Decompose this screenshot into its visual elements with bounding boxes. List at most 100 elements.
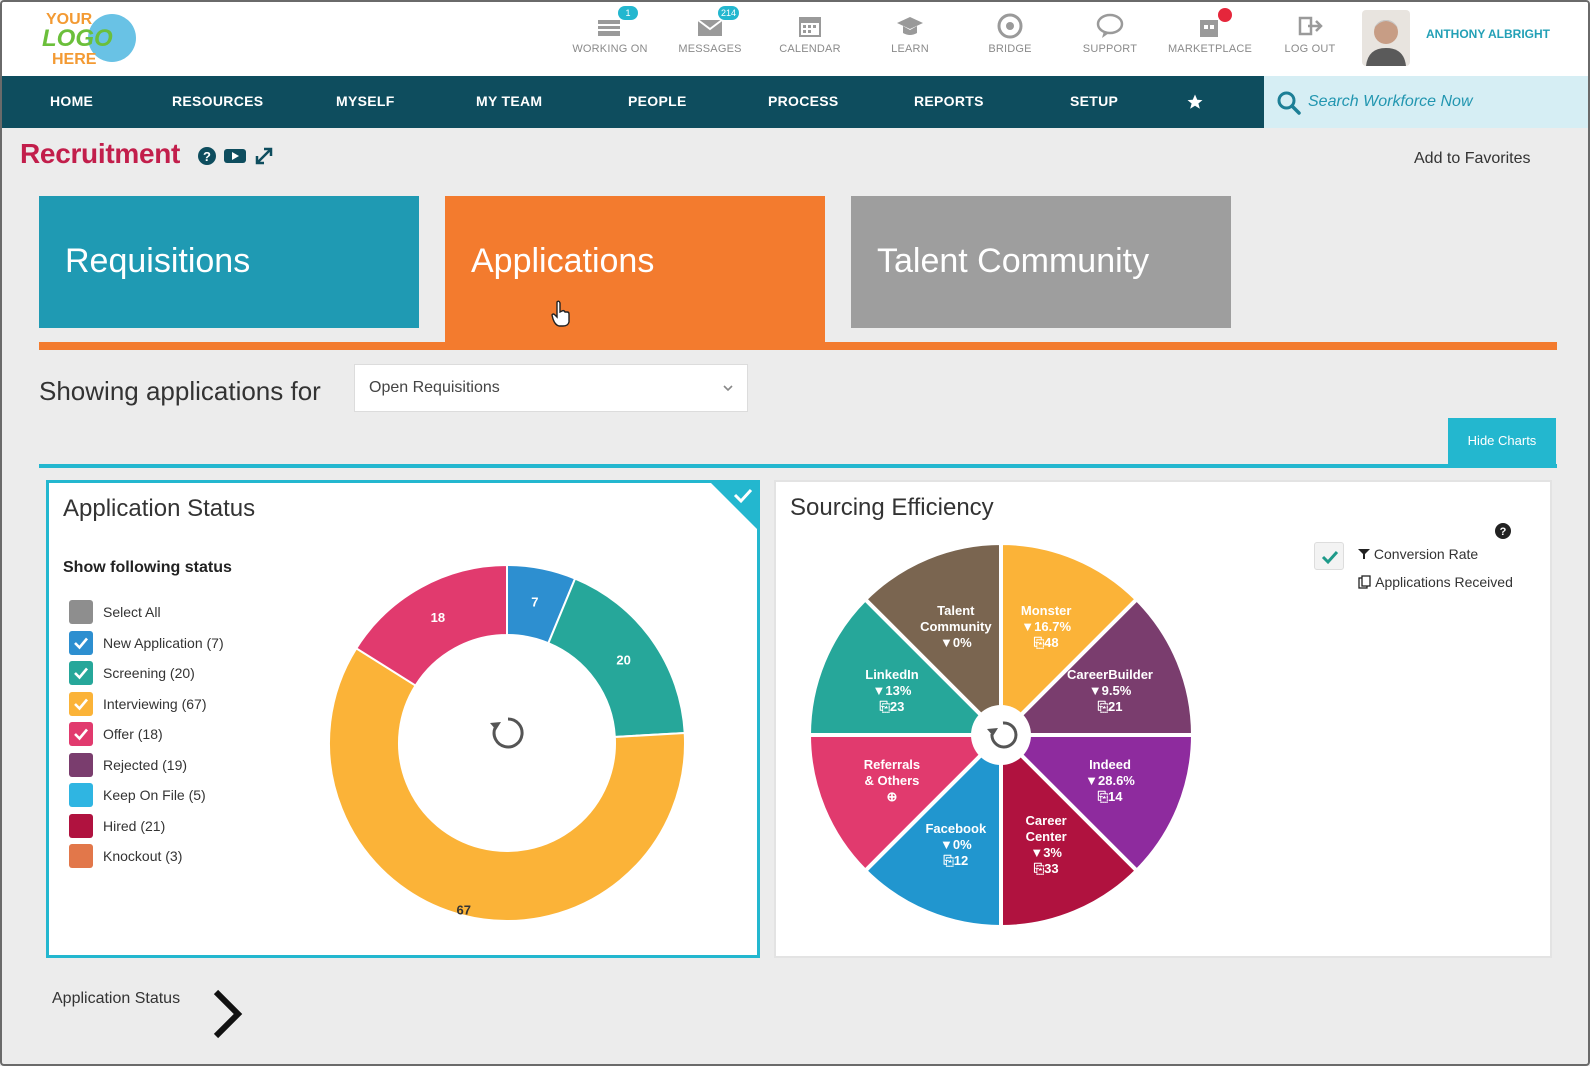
pie-slice-label: ▼0%: [940, 635, 972, 650]
pie-slice-label: ▼13%: [873, 683, 912, 698]
sourcing-efficiency-title: Sourcing Efficiency: [790, 494, 994, 521]
sourcing-efficiency-pie-chart: Monster▼16.7%⎘48 CareerBuilder▼9.5%⎘21 Ind…: [806, 540, 1196, 930]
avatar[interactable]: [1362, 10, 1410, 66]
nav-reports[interactable]: REPORTS: [914, 93, 984, 109]
svg-text:?: ?: [1500, 526, 1507, 538]
pie-center-hole: [971, 705, 1031, 765]
add-to-favorites-link[interactable]: Add to Favorites: [1414, 150, 1531, 168]
pie-slice-label: ⎘14: [1098, 789, 1124, 804]
status-checkbox[interactable]: [69, 600, 93, 625]
application-status-title: Application Status: [63, 495, 256, 522]
top-item-label: MESSAGES: [678, 43, 742, 55]
requisition-filter-select[interactable]: Open Requisitions: [354, 364, 748, 412]
pie-slice-label: Indeed: [1089, 757, 1131, 772]
donut-slice-label: 18: [431, 610, 445, 625]
user-name[interactable]: ANTHONY ALBRIGHT: [1426, 27, 1550, 41]
nav-process[interactable]: PROCESS: [768, 93, 839, 109]
top-item-messages[interactable]: 214 MESSAGES: [660, 2, 760, 76]
status-filter-row[interactable]: Rejected (19): [69, 750, 224, 781]
nav-my-team[interactable]: MY TEAM: [476, 93, 542, 109]
donut-slice-label: 20: [616, 652, 630, 667]
status-checkbox[interactable]: [69, 661, 93, 686]
pie-slice-label: ▼16.7%: [1021, 619, 1071, 634]
chevron-right-icon[interactable]: [208, 986, 248, 1042]
donut-slice-label: 7: [531, 595, 538, 610]
top-item-support[interactable]: SUPPORT: [1060, 2, 1160, 76]
status-filter-row[interactable]: Offer (18): [69, 719, 224, 750]
company-logo[interactable]: YOUR LOGO HERE: [40, 6, 150, 68]
top-item-bridge[interactable]: BRIDGE: [960, 2, 1060, 76]
search-icon[interactable]: [1276, 90, 1302, 116]
status-label: New Application (7): [103, 634, 224, 651]
pie-slice-label: ⎘48: [1034, 635, 1059, 650]
applications-received-label: Applications Received: [1358, 574, 1513, 590]
tab-applications[interactable]: Applications: [445, 196, 825, 344]
top-item-working-on[interactable]: 1 WORKING ON: [560, 2, 660, 76]
tab-requisitions[interactable]: Requisitions: [39, 196, 419, 328]
bridge-icon: [997, 13, 1023, 39]
messages-badge: 214: [718, 6, 740, 20]
status-label: Rejected (19): [103, 756, 188, 773]
sourcing-efficiency-panel: Sourcing Efficiency Monster ▼16.7% ⎘48 Care…: [774, 480, 1552, 958]
star-icon[interactable]: [1186, 93, 1204, 111]
top-item-label: SUPPORT: [1082, 43, 1138, 55]
pie-slice-label: ▼0%: [940, 837, 972, 852]
selected-corner-check-icon: [710, 482, 758, 530]
status-filter-row[interactable]: Screening (20): [69, 658, 224, 689]
help-icon[interactable]: ?: [1494, 522, 1512, 540]
top-item-label: MARKETPLACE: [1167, 43, 1253, 55]
nav-people[interactable]: PEOPLE: [628, 93, 687, 109]
pie-slice-label: ⎘33: [1034, 861, 1059, 876]
expand-icon[interactable]: [253, 145, 275, 167]
status-filter-row[interactable]: Knockout (3): [69, 841, 224, 872]
top-item-label: WORKING ON: [572, 43, 648, 55]
status-filter-row[interactable]: Hired (21): [69, 811, 224, 842]
nav-home[interactable]: HOME: [50, 93, 93, 109]
hide-charts-button[interactable]: Hide Charts: [1448, 418, 1556, 464]
status-checkbox[interactable]: [69, 783, 93, 808]
status-checkbox[interactable]: [69, 752, 93, 777]
top-item-marketplace[interactable]: MARKETPLACE: [1160, 2, 1260, 76]
chevron-down-icon: [723, 385, 733, 392]
nav-resources[interactable]: RESOURCES: [172, 93, 263, 109]
working-on-badge: 1: [618, 6, 638, 20]
check-icon: [74, 698, 88, 711]
status-checkbox[interactable]: [69, 630, 93, 655]
logout-icon: [1298, 16, 1323, 36]
video-icon[interactable]: [223, 147, 247, 165]
check-icon: [1321, 550, 1339, 565]
chat-bubble-icon: [1096, 13, 1124, 38]
search-bar: [1264, 76, 1588, 128]
nav-setup[interactable]: SETUP: [1070, 93, 1118, 109]
active-tab-underline: [39, 342, 1557, 350]
pie-slice-label: & Others: [865, 773, 920, 788]
title-icons: ?: [197, 145, 275, 167]
pie-slice-label: ▼9.5%: [1089, 683, 1132, 698]
application-status-footer-label: Application Status: [52, 990, 181, 1007]
status-filter-row[interactable]: Select All: [69, 597, 224, 628]
tab-talent-community[interactable]: Talent Community: [851, 196, 1231, 328]
top-item-learn[interactable]: LEARN: [860, 2, 960, 76]
search-input[interactable]: [1308, 89, 1578, 115]
status-label: Hired (21): [103, 817, 166, 834]
applications-received-text: Applications Received: [1375, 574, 1513, 590]
pie-slice-label: Center: [1026, 829, 1067, 844]
check-icon: [74, 728, 88, 741]
status-checkbox[interactable]: [69, 813, 93, 838]
top-item-logout[interactable]: LOG OUT: [1260, 2, 1360, 76]
conversion-rate-checkbox[interactable]: [1314, 542, 1344, 570]
pie-slice-label: Facebook: [925, 821, 986, 836]
nav-myself[interactable]: MYSELF: [336, 93, 395, 109]
status-checkbox[interactable]: [69, 844, 93, 869]
top-item-calendar[interactable]: CALENDAR: [760, 2, 860, 76]
status-filter-row[interactable]: Interviewing (67): [69, 689, 224, 720]
status-checkbox[interactable]: [69, 691, 93, 716]
help-icon[interactable]: ?: [197, 146, 217, 166]
status-checkbox[interactable]: [69, 722, 93, 747]
status-filter-row[interactable]: Keep On File (5): [69, 780, 224, 811]
pie-slice-label: ⎘21: [1098, 699, 1123, 714]
marketplace-notification-dot: [1218, 8, 1232, 22]
status-filter-row[interactable]: New Application (7): [69, 628, 224, 659]
status-label: Offer (18): [103, 726, 163, 743]
app-window: YOUR LOGO HERE 1 WORKING ON 214 MESSAGES…: [0, 0, 1590, 1066]
